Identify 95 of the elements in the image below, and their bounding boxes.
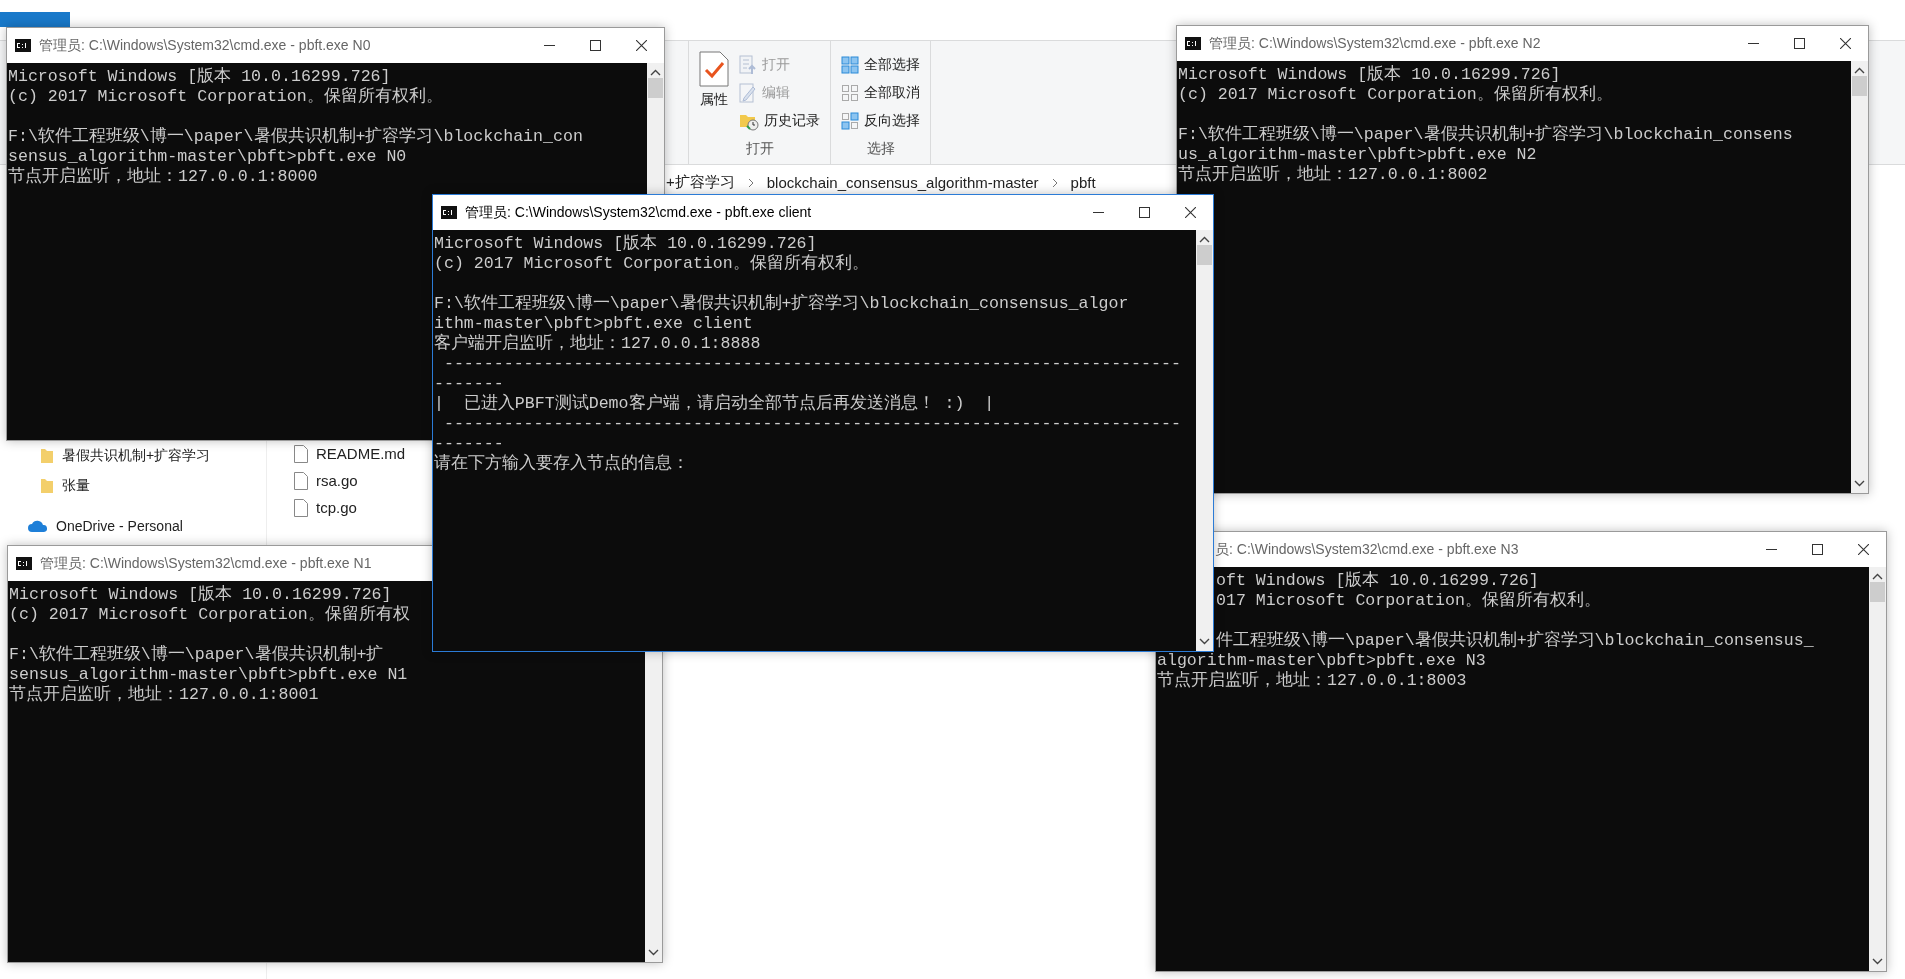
console-line: sensus_algorithm-master\pbft>pbft.exe N1 [9,665,408,684]
ribbon-button[interactable]: 全部选择 [841,53,920,77]
nav-item[interactable]: 暑假共识机制+扩容学习 [0,441,266,471]
console-line: 请在下方输入要存入节点的信息： [434,454,689,474]
console-line: 节点开启监听，地址：127.0.0.1:8001 [9,685,319,705]
scroll-down-icon[interactable] [1199,638,1210,645]
breadcrumb-item[interactable]: blockchain_consensus_algorithm-master [766,174,1039,191]
group-label: 选择 [865,140,896,158]
console-line: 件工程班级\博一\paper\暑假共识机制+扩容学习\blockchain_consensus_ [1216,631,1814,651]
scroll-up-icon[interactable] [650,69,661,76]
console-line: F:\软件工程班级\博一\paper\暑假共识机制+扩 [9,645,384,665]
folder-icon [40,478,54,494]
console-line: ithm-master\pbft>pbft.exe client [434,314,753,333]
window-title: 管理员: C:\Windows\System32\cmd.exe - pbft.exe N1 [40,554,372,573]
window-title: 员: C:\Windows\System32\cmd.exe - pbft.exe N3 [1215,540,1519,559]
document-check-icon [699,51,729,87]
window-title: 管理员: C:\Windows\System32\cmd.exe - pbft.exe N0 [39,36,371,55]
maximize-icon [1138,207,1150,218]
folder-icon [40,448,54,464]
document-arrow-icon [739,55,757,75]
nav-item[interactable]: OneDrive - Personal [0,511,266,541]
minimize-icon [1765,549,1777,550]
ribbon-button[interactable]: 属性 [699,49,729,140]
console-line: sensus_algorithm-master\pbft>pbft.exe N0 [8,147,407,166]
maximize-icon [1793,38,1805,49]
chevron-icon [1050,177,1059,188]
scrollbar-thumb[interactable] [648,78,663,98]
grid-icon [841,84,859,102]
console-line: 客户端开启监听，地址：127.0.0.1:8888 [434,334,761,354]
console-line: F:\软件工程班级\博一\paper\暑假共识机制+扩容学习\blockchain_consensus_algor [434,294,1129,314]
minimize-icon [1747,43,1759,44]
scroll-up-icon[interactable] [1199,236,1210,243]
console-line: (c) 2017 Microsoft Corporation。保留所有权利。 [434,254,869,274]
console-line: ------- [434,374,504,394]
close-icon [635,40,647,51]
file-item[interactable]: README.md [294,440,406,467]
console-line: 节点开启监听，地址：127.0.0.1:8000 [8,167,318,187]
console-line: F:\软件工程班级\博一\paper\暑假共识机制+扩容学习\blockchain_con [8,127,583,147]
console-line: us_algorithm-master\pbft>pbft.exe N2 [1178,145,1537,164]
minimize-icon [543,45,555,46]
file-icon [294,498,308,517]
breadcrumb-item[interactable]: pbft [1070,174,1096,191]
grid-icon [841,56,859,74]
breadcrumb-item[interactable]: +扩容学习 [666,173,735,192]
close-icon [1184,207,1196,218]
console-line: F:\软件工程班级\博一\paper\暑假共识机制+扩容学习\blockchain_consens [1178,125,1793,145]
console-line: Microsoft Windows [版本 10.0.16299.726] [434,234,817,254]
console-line: -------------------------------------------------------------------------- [442,414,1181,434]
file-icon [294,444,308,463]
console-line: 017 Microsoft Corporation。保留所有权利。 [1216,591,1601,611]
group-label: 打开 [744,140,775,158]
scroll-up-icon[interactable] [1872,573,1883,580]
nav-item[interactable]: 张量 [0,471,266,501]
scroll-down-icon[interactable] [1872,958,1883,965]
file-item[interactable]: tcp.go [294,494,406,521]
maximize-icon [1811,544,1823,555]
window-title: 管理员: C:\Windows\System32\cmd.exe - pbft.exe N2 [1209,34,1541,53]
chevron-icon [746,177,755,188]
console-line: | 已进入PBFT测试Demo客户端，请启动全部节点后再发送消息！ :) | [434,394,995,414]
console-line: 节点开启监听，地址：127.0.0.1:8002 [1178,165,1488,185]
minimize-icon [1092,212,1104,213]
scroll-down-icon[interactable] [648,949,659,956]
terminal-icon [1185,37,1201,50]
console-line: oft Windows [版本 10.0.16299.726] [1216,571,1539,591]
ribbon-button[interactable]: 历史记录 [739,109,820,133]
window-title: 管理员: C:\Windows\System32\cmd.exe - pbft.exe client [465,203,812,222]
terminal-icon [16,557,32,570]
console-line: -------------------------------------------------------------------------- [442,354,1181,374]
scrollbar-thumb[interactable] [1852,76,1867,96]
terminal-icon [441,206,457,219]
console-line: 节点开启监听，地址：127.0.0.1:8003 [1157,671,1467,691]
console-line: Microsoft Windows [版本 10.0.16299.726] [1178,65,1561,85]
console-line: algorithm-master\pbft>pbft.exe N3 [1157,651,1486,670]
grid-icon [841,112,859,130]
console-line: ------- [434,434,504,454]
scroll-down-icon[interactable] [1854,480,1865,487]
file-item[interactable]: rsa.go [294,467,406,494]
console-line: Microsoft Windows [版本 10.0.16299.726] [8,67,391,87]
terminal-icon [15,39,31,52]
ribbon-button[interactable]: 反向选择 [841,109,920,133]
scroll-up-icon[interactable] [1854,67,1865,74]
scrollbar-thumb[interactable] [1197,245,1212,265]
close-icon [1839,38,1851,49]
file-icon [294,471,308,490]
cloud-icon [28,519,48,533]
close-icon [1857,544,1869,555]
console-line: (c) 2017 Microsoft Corporation。保留所有权利。 [1178,85,1613,105]
console-line: (c) 2017 Microsoft Corporation。保留所有权利。 [8,87,443,107]
pencil-document-icon [739,83,757,103]
console-line: (c) 2017 Microsoft Corporation。保留所有权 [9,605,410,625]
file-menu-tab[interactable] [0,12,70,27]
console-line: Microsoft Windows [版本 10.0.16299.726] [9,585,392,605]
scrollbar-thumb[interactable] [1870,582,1885,602]
ribbon-button[interactable]: 全部取消 [841,81,920,105]
maximize-icon [589,40,601,51]
